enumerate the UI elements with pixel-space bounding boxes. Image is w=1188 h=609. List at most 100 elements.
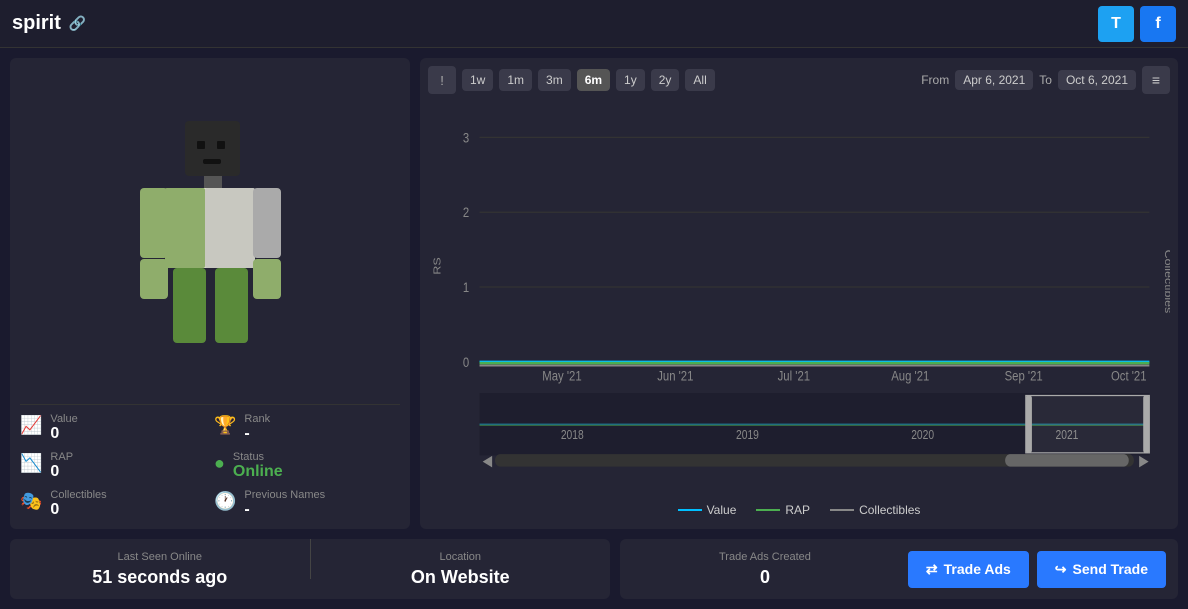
facebook-button[interactable]: f: [1140, 6, 1176, 42]
svg-text:2: 2: [463, 205, 469, 220]
to-label: To: [1039, 73, 1052, 87]
svg-text:Sep '21: Sep '21: [1005, 369, 1043, 384]
left-panel: 📈 Value 0 🏆 Rank - 📉 RAP 0: [10, 58, 410, 529]
time-btn-all[interactable]: All: [685, 69, 714, 91]
collectibles-content: Collectibles 0: [50, 489, 106, 519]
collectibles-label: Collectibles: [50, 489, 106, 501]
rank-number: -: [244, 425, 270, 443]
svg-text:Aug '21: Aug '21: [891, 369, 929, 384]
app-title: spirit: [12, 12, 61, 35]
twitter-button[interactable]: T: [1098, 6, 1134, 42]
last-seen-value: 51 seconds ago: [92, 567, 227, 588]
rap-number: 0: [50, 463, 73, 481]
rank-content: Rank -: [244, 413, 270, 443]
link-icon[interactable]: 🔗: [69, 15, 86, 32]
time-btn-6m[interactable]: 6m: [577, 69, 610, 91]
collectibles-legend-line: [830, 509, 854, 511]
svg-text:Jul '21: Jul '21: [778, 369, 810, 384]
svg-text:3: 3: [463, 130, 469, 145]
last-seen-label: Last Seen Online: [118, 551, 202, 563]
svg-text:Oct '21: Oct '21: [1111, 369, 1147, 384]
status-icon: ●: [214, 453, 225, 474]
status-content: Status Online: [233, 451, 283, 481]
stats-grid: 📈 Value 0 🏆 Rank - 📉 RAP 0: [20, 404, 400, 519]
bottom-right-panel: Trade Ads Created 0 ⇄ Trade Ads ↪ Send T…: [620, 539, 1178, 599]
trade-ads-label: Trade Ads Created: [632, 551, 898, 563]
chart-panel: ! 1w 1m 3m 6m 1y 2y All From Apr 6, 2021…: [420, 58, 1178, 529]
svg-text:2019: 2019: [736, 429, 759, 442]
to-date: Oct 6, 2021: [1058, 70, 1136, 90]
from-date: Apr 6, 2021: [955, 70, 1033, 90]
location-value: On Website: [411, 567, 510, 588]
status-label: Status: [233, 451, 283, 463]
svg-text:2020: 2020: [911, 429, 934, 442]
legend-value: Value: [678, 503, 737, 517]
stat-value-item: 📈 Value 0: [20, 413, 206, 443]
svg-text:RS: RS: [432, 257, 443, 275]
trade-ads-icon: ⇄: [926, 561, 938, 578]
value-legend-line: [678, 509, 702, 511]
chart-info-button[interactable]: !: [428, 66, 456, 94]
stat-status-item: ● Status Online: [214, 451, 400, 481]
chart-menu-button[interactable]: ≡: [1142, 66, 1170, 94]
stat-prev-names-item: 🕐 Previous Names -: [214, 489, 400, 519]
rap-legend-label: RAP: [785, 503, 810, 517]
value-number: 0: [50, 425, 77, 443]
rap-content: RAP 0: [50, 451, 73, 481]
stat-collectibles-item: 🎭 Collectibles 0: [20, 489, 206, 519]
trade-ads-stat: Trade Ads Created 0: [632, 551, 898, 588]
svg-text:▶: ▶: [1139, 452, 1149, 468]
prev-names-label: Previous Names: [244, 489, 325, 501]
svg-text:2018: 2018: [561, 429, 584, 442]
time-btn-1w[interactable]: 1w: [462, 69, 493, 91]
from-label: From: [921, 73, 949, 87]
prev-names-icon: 🕐: [214, 491, 236, 512]
prev-names-value: -: [244, 501, 325, 519]
svg-text:0: 0: [463, 355, 469, 370]
stat-rank-item: 🏆 Rank -: [214, 413, 400, 443]
svg-text:Collectibles: Collectibles: [1162, 250, 1170, 314]
value-label: Value: [50, 413, 77, 425]
main-content: 📈 Value 0 🏆 Rank - 📉 RAP 0: [0, 48, 1188, 529]
collectibles-legend-label: Collectibles: [859, 503, 920, 517]
rap-label: RAP: [50, 451, 73, 463]
logo-area: spirit 🔗: [12, 12, 86, 35]
collectibles-number: 0: [50, 501, 106, 519]
time-btn-2y[interactable]: 2y: [651, 69, 680, 91]
svg-text:1: 1: [463, 280, 469, 295]
value-legend-label: Value: [707, 503, 737, 517]
status-value: Online: [233, 463, 283, 481]
send-trade-icon: ↪: [1055, 561, 1067, 578]
svg-text:◀: ◀: [483, 452, 493, 468]
rank-icon: 🏆: [214, 415, 236, 436]
header: spirit 🔗 T f: [0, 0, 1188, 48]
date-range: From Apr 6, 2021 To Oct 6, 2021 ≡: [921, 66, 1170, 94]
time-btn-3m[interactable]: 3m: [538, 69, 571, 91]
social-buttons: T f: [1098, 6, 1176, 42]
collectibles-icon: 🎭: [20, 491, 42, 512]
bottom-bar: Last Seen Online 51 seconds ago Location…: [0, 529, 1188, 609]
rap-legend-line: [756, 509, 780, 511]
chart-toolbar: ! 1w 1m 3m 6m 1y 2y All From Apr 6, 2021…: [428, 66, 1170, 94]
send-trade-btn-label: Send Trade: [1073, 561, 1148, 577]
send-trade-button[interactable]: ↪ Send Trade: [1037, 551, 1166, 588]
trade-ads-button[interactable]: ⇄ Trade Ads: [908, 551, 1029, 588]
location-stat: Location On Website: [311, 539, 611, 599]
svg-text:Jun '21: Jun '21: [657, 369, 693, 384]
svg-text:May '21: May '21: [542, 369, 581, 384]
value-icon: 📈: [20, 415, 42, 436]
prev-names-content: Previous Names -: [244, 489, 325, 519]
time-btn-1y[interactable]: 1y: [616, 69, 645, 91]
stat-rap-item: 📉 RAP 0: [20, 451, 206, 481]
legend-collectibles: Collectibles: [830, 503, 920, 517]
location-label: Location: [439, 551, 481, 563]
legend-rap: RAP: [756, 503, 810, 517]
trade-ads-value: 0: [632, 567, 898, 588]
value-content: Value 0: [50, 413, 77, 443]
chart-svg: 3 2 1 0 RS Collectibles May '21 Jun '21 …: [428, 100, 1170, 499]
time-btn-1m[interactable]: 1m: [499, 69, 532, 91]
chart-area: 3 2 1 0 RS Collectibles May '21 Jun '21 …: [428, 100, 1170, 499]
avatar: [125, 111, 295, 361]
avatar-area: [20, 68, 400, 404]
trade-ads-btn-label: Trade Ads: [944, 561, 1011, 577]
